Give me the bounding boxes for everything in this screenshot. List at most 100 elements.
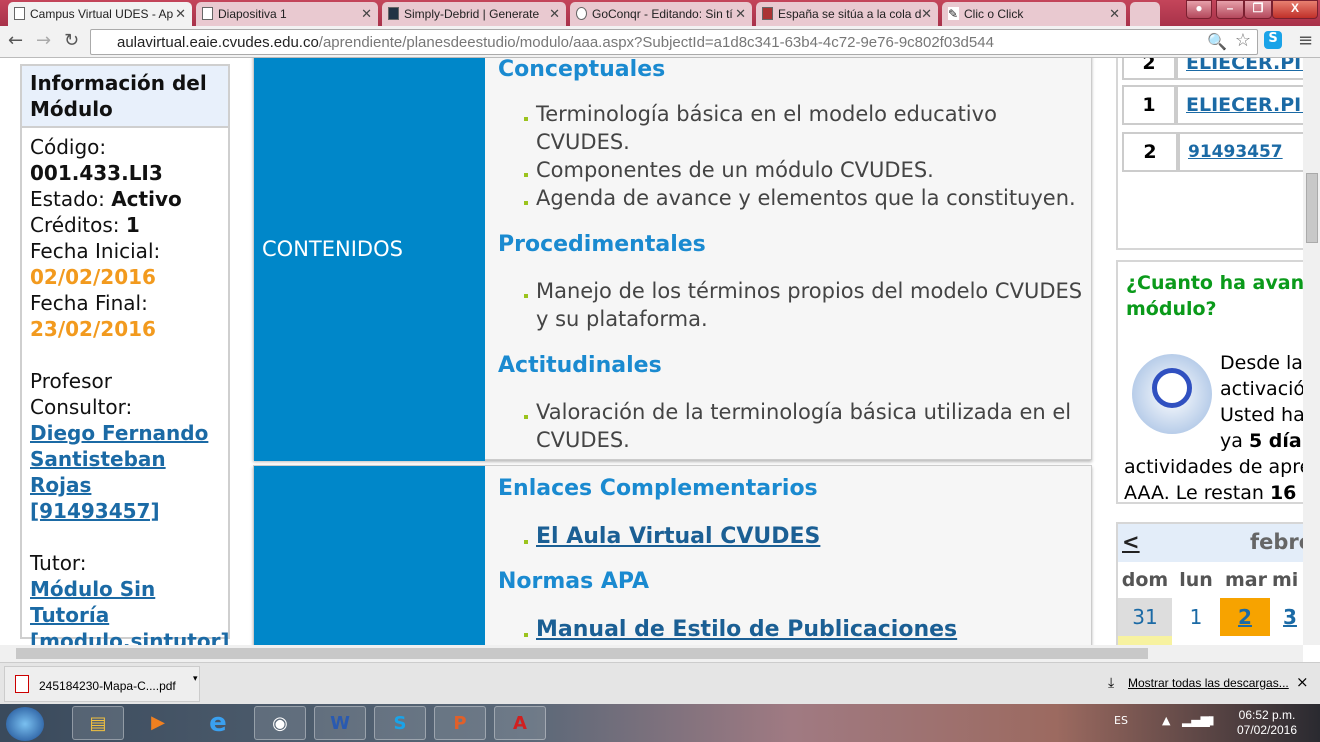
enlaces-section: Enlaces Complementarios El Aula Virtual … xyxy=(253,465,1092,645)
scrollbar-thumb[interactable] xyxy=(16,648,1148,659)
media-player-icon[interactable]: ▶ xyxy=(132,706,184,740)
show-hidden-icons[interactable]: ▲ xyxy=(1162,714,1170,727)
browser-toolbar: ← → ↻ aulavirtual.eaie.cvudes.edu.co/apr… xyxy=(0,26,1320,58)
show-all-downloads-link[interactable]: Mostrar todas las descargas... xyxy=(1128,676,1289,690)
user-link[interactable]: ELIECER.PINE xyxy=(1186,94,1303,116)
row-number: 2 xyxy=(1122,132,1178,172)
module-info-panel: Información del Módulo Código: 001.433.L… xyxy=(20,64,230,645)
tab-campus-virtual[interactable]: Campus Virtual UDES - Ap ✕ xyxy=(8,2,192,26)
tab-simply-debrid[interactable]: Simply-Debrid | Generate ✕ xyxy=(382,2,566,26)
calendar-day-selected[interactable]: 2 xyxy=(1220,598,1270,636)
tab-goconqr[interactable]: GoConqr - Editando: Sin tí ✕ xyxy=(570,2,752,26)
calendar-day[interactable]: 3 xyxy=(1270,598,1303,636)
user-icon[interactable]: ● xyxy=(1186,0,1212,19)
tab-diapositiva[interactable]: Diapositiva 1 ✕ xyxy=(196,2,378,26)
start-button[interactable] xyxy=(6,707,44,741)
close-tab-icon[interactable]: ✕ xyxy=(735,6,746,22)
clock-icon xyxy=(1132,354,1212,434)
progress-text: ya xyxy=(1220,430,1243,452)
chrome-icon[interactable]: ◉ xyxy=(254,706,306,740)
enlaces-heading: Enlaces Complementarios xyxy=(498,476,818,501)
weekday-label: dom xyxy=(1121,569,1169,591)
progress-box: ¿Cuanto ha avan módulo? Desde la activac… xyxy=(1116,260,1303,504)
address-bar[interactable]: aulavirtual.eaie.cvudes.edu.co/aprendien… xyxy=(90,29,1258,55)
pdf-icon xyxy=(15,675,29,693)
menu-icon[interactable]: ≡ xyxy=(1298,30,1313,51)
calendar-today-cell xyxy=(1118,636,1172,645)
minimize-button[interactable]: – xyxy=(1216,0,1244,19)
chevron-down-icon[interactable]: ▾ xyxy=(193,673,198,684)
user-link[interactable]: ELIECER.PINE xyxy=(1186,58,1303,74)
tutor-link[interactable]: Módulo Sin Tutoría [modulo.sintutor] xyxy=(30,576,230,645)
close-tab-icon[interactable]: ✕ xyxy=(1109,6,1120,22)
calendar-month: febre xyxy=(1250,530,1303,554)
calendar-day[interactable]: 1 xyxy=(1172,598,1220,636)
list-item: Componentes de un módulo CVUDES. xyxy=(498,156,1088,184)
codigo-value: 001.433.LI3 xyxy=(30,161,163,185)
tutor-link-line[interactable]: [modulo.sintutor] xyxy=(30,628,230,645)
weekday-label: mi xyxy=(1272,569,1299,591)
days-remaining: 16 xyxy=(1269,482,1297,504)
zoom-icon[interactable]: 🔍 xyxy=(1207,32,1227,52)
manual-estilo-link[interactable]: Manual de Estilo de Publicaciones xyxy=(536,617,957,642)
list-item: Agenda de avance y elementos que la cons… xyxy=(498,184,1088,212)
download-item[interactable]: 245184230-Mapa-C....pdf ▾ xyxy=(4,666,200,702)
reload-icon[interactable]: ↻ xyxy=(64,30,79,51)
close-tab-icon[interactable]: ✕ xyxy=(921,6,932,22)
weekday-label: mar xyxy=(1225,569,1267,591)
close-tab-icon[interactable]: ✕ xyxy=(549,6,560,22)
scrollbar-thumb[interactable] xyxy=(1306,173,1318,243)
close-download-bar-button[interactable]: × xyxy=(1296,673,1309,691)
battery-icon[interactable]: ▮ xyxy=(1208,713,1215,727)
clock-time: 06:52 p.m. xyxy=(1238,708,1296,722)
tutor-link-line[interactable]: Módulo Sin xyxy=(30,576,220,602)
user-link[interactable]: 91493457 xyxy=(1188,142,1283,162)
new-tab-button[interactable] xyxy=(1130,2,1160,26)
bookmark-star-icon[interactable]: ☆ xyxy=(1235,30,1251,51)
word-icon[interactable]: W xyxy=(314,706,366,740)
profesor-label: Profesor Consultor: xyxy=(30,369,133,419)
skype-icon[interactable]: S xyxy=(374,706,426,740)
network-icon[interactable]: ▂▄▆ xyxy=(1182,713,1210,727)
profesor-link-line[interactable]: Santisteban xyxy=(30,446,220,472)
forward-icon[interactable]: → xyxy=(36,30,51,51)
acrobat-icon[interactable]: A xyxy=(494,706,546,740)
tab-espana[interactable]: España se sitúa a la cola d ✕ xyxy=(756,2,938,26)
profesor-link[interactable]: Diego Fernando Santisteban Rojas [91493457] xyxy=(30,420,220,524)
maximize-button[interactable]: ❐ xyxy=(1244,0,1272,19)
profesor-link-line[interactable]: [91493457] xyxy=(30,498,220,524)
powerpoint-icon[interactable]: P xyxy=(434,706,486,740)
pencil-icon: ✎ xyxy=(948,7,959,21)
vertical-scrollbar[interactable] xyxy=(1303,58,1320,645)
close-tab-icon[interactable]: ✕ xyxy=(361,6,372,22)
horizontal-scrollbar[interactable] xyxy=(0,645,1303,662)
tutor-label: Tutor: xyxy=(30,551,87,575)
list-item: Terminología básica en el modelo educati… xyxy=(498,100,1088,156)
page-icon xyxy=(14,7,25,20)
calendar-prev-button[interactable]: < xyxy=(1122,530,1140,554)
tutor-link-line[interactable]: Tutoría xyxy=(30,602,220,628)
explorer-icon[interactable]: ▤ xyxy=(72,706,124,740)
right-panel: 2 ELIECER.PINE 1 ELIECER.PINE 2 91493457… xyxy=(1116,58,1303,645)
calendar-day[interactable]: 31 xyxy=(1118,598,1172,636)
aula-virtual-link[interactable]: El Aula Virtual CVUDES xyxy=(536,524,820,549)
close-tab-icon[interactable]: ✕ xyxy=(175,6,186,22)
clock[interactable]: 06:52 p.m. 07/02/2016 xyxy=(1232,708,1302,738)
list-item: Valoración de la terminología básica uti… xyxy=(498,398,1088,454)
page-icon xyxy=(202,7,213,20)
language-indicator[interactable]: ES xyxy=(1114,714,1128,727)
progress-text: actividades de apre xyxy=(1124,456,1303,478)
clock-date: 07/02/2016 xyxy=(1236,723,1298,737)
download-bar: 245184230-Mapa-C....pdf ▾ ⤓ Mostrar toda… xyxy=(0,662,1320,704)
skype-extension-icon[interactable]: S xyxy=(1264,31,1282,49)
back-icon[interactable]: ← xyxy=(8,30,23,51)
profesor-link-line[interactable]: Rojas xyxy=(30,472,220,498)
users-box: 2 ELIECER.PINE 1 ELIECER.PINE 2 91493457 xyxy=(1116,58,1303,250)
fecha-final-label: Fecha Final: xyxy=(30,291,148,315)
profesor-link-line[interactable]: Diego Fernando xyxy=(30,420,220,446)
tab-clic-o-click[interactable]: ✎ Clic o Click ✕ xyxy=(942,2,1126,26)
estado-value: Activo xyxy=(111,187,182,211)
internet-explorer-icon[interactable]: e xyxy=(192,706,244,740)
close-window-button[interactable]: X xyxy=(1272,0,1318,19)
contenidos-label: CONTENIDOS xyxy=(254,58,485,461)
